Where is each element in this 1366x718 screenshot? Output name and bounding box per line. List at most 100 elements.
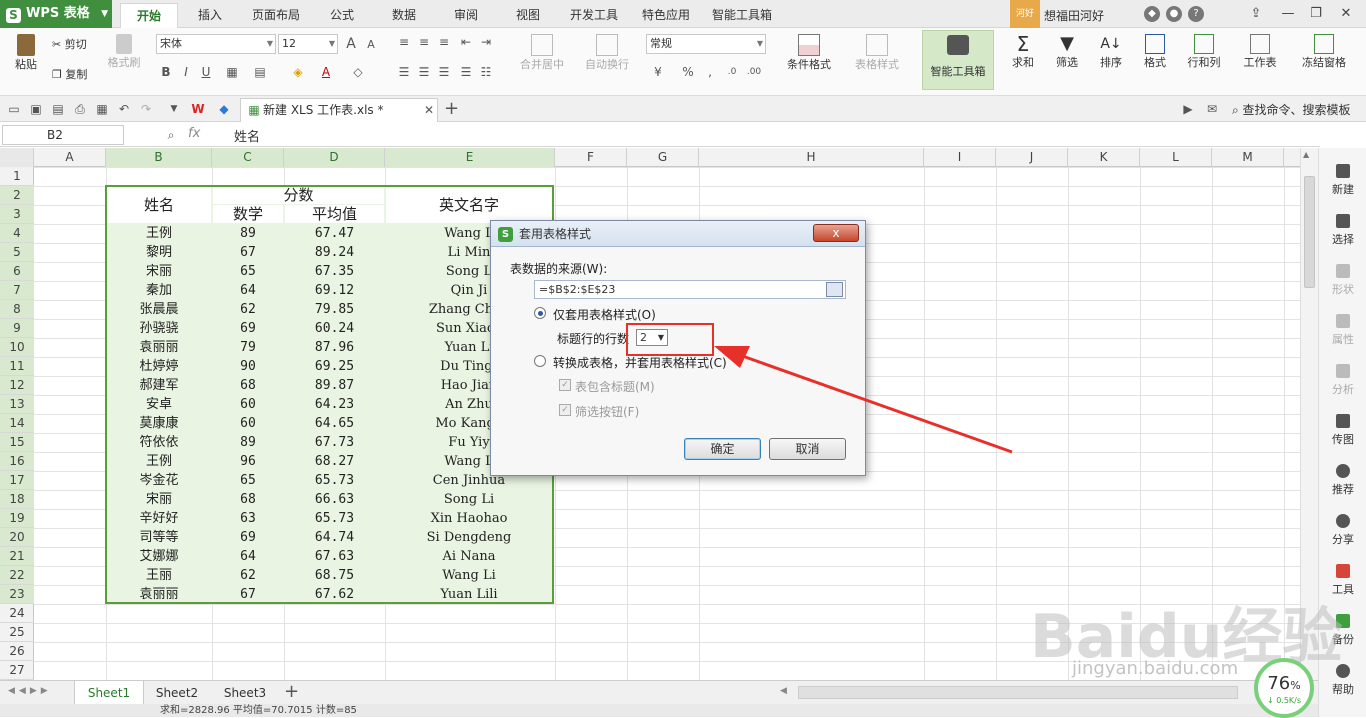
grow-font-icon[interactable]: A <box>343 36 359 52</box>
font-color-icon[interactable]: A <box>318 64 334 80</box>
indent-icon[interactable]: ⇤ <box>458 34 474 50</box>
formula-input[interactable]: 姓名 <box>234 126 260 145</box>
row-header-19[interactable]: 19 <box>0 509 34 528</box>
cell-math[interactable]: 64 <box>213 281 283 300</box>
cell-name[interactable]: 司等等 <box>107 528 211 547</box>
dialog-title[interactable]: 套用表格样式 <box>491 221 865 247</box>
worksheet-button[interactable]: 工作表 <box>1238 34 1282 70</box>
column-header-c[interactable]: C <box>212 148 284 167</box>
cell-average[interactable]: 89.24 <box>285 243 384 262</box>
app-logo-button[interactable]: S WPS 表格 ▼ <box>0 0 112 28</box>
cell-average[interactable]: 67.73 <box>285 433 384 452</box>
user-name[interactable]: 想福田河好 <box>1044 7 1104 24</box>
new-tab-button[interactable]: + <box>444 98 459 119</box>
cell-math[interactable]: 62 <box>213 300 283 319</box>
column-header-e[interactable]: E <box>385 148 555 167</box>
decrease-decimal-icon[interactable]: .00 <box>746 64 762 80</box>
number-format-select[interactable]: 常规 ▼ <box>646 34 766 54</box>
scroll-thumb[interactable] <box>1304 176 1315 288</box>
row-header-22[interactable]: 22 <box>0 566 34 585</box>
cell-average[interactable]: 67.62 <box>285 585 384 604</box>
print-preview-icon[interactable]: ▦ <box>94 101 110 117</box>
add-sheet-button[interactable]: + <box>284 681 299 703</box>
row-header-21[interactable]: 21 <box>0 547 34 566</box>
table-style-button[interactable]: 表格样式 <box>846 34 908 72</box>
file-tab[interactable]: 新建 XLS 工作表.xls * <box>240 98 438 122</box>
export-pdf-icon[interactable]: ▤ <box>50 101 66 117</box>
cell-name[interactable]: 袁丽丽 <box>107 585 211 604</box>
cell-math[interactable]: 60 <box>213 414 283 433</box>
font-size-select[interactable]: 12 ▼ <box>278 34 338 54</box>
cell-name[interactable]: 黎明 <box>107 243 211 262</box>
cell-math[interactable]: 63 <box>213 509 283 528</box>
column-header-m[interactable]: M <box>1212 148 1284 167</box>
panel-share[interactable]: 分享 <box>1319 514 1366 547</box>
row-header-16[interactable]: 16 <box>0 452 34 471</box>
row-header-4[interactable]: 4 <box>0 224 34 243</box>
row-header-3[interactable]: 3 <box>0 205 34 224</box>
tab-insert[interactable]: 插入 <box>186 3 234 28</box>
cell-math[interactable]: 96 <box>213 452 283 471</box>
command-search[interactable]: ⌕ 查找命令、搜索模板 <box>1232 101 1351 118</box>
horizontal-scrollbar[interactable] <box>798 686 1238 699</box>
skin-icon[interactable]: ◆ <box>1144 6 1160 22</box>
cell-average[interactable]: 66.63 <box>285 490 384 509</box>
column-header-h[interactable]: H <box>699 148 924 167</box>
align-top-icon[interactable]: ≡ <box>396 34 412 50</box>
cell-math[interactable]: 89 <box>213 224 283 243</box>
row-header-1[interactable]: 1 <box>0 167 34 186</box>
cell-average[interactable]: 65.73 <box>285 471 384 490</box>
cell-name[interactable]: 宋丽 <box>107 490 211 509</box>
cell-math[interactable]: 69 <box>213 528 283 547</box>
row-header-14[interactable]: 14 <box>0 414 34 433</box>
insert-function-button[interactable]: fx <box>188 126 200 141</box>
network-speed-widget[interactable]: 76% ↓ 0.5K/s <box>1254 658 1314 718</box>
cell-average[interactable]: 79.85 <box>285 300 384 319</box>
radio-style-only[interactable] <box>534 307 546 319</box>
cell-average[interactable]: 64.74 <box>285 528 384 547</box>
restore-ribbon-icon[interactable]: ⇪ <box>1244 4 1268 24</box>
wps-home-icon[interactable]: W <box>190 101 206 117</box>
header-cell-score[interactable]: 分数 <box>213 187 384 204</box>
sheet-nav-icons[interactable]: ◀◀▶▶ <box>8 686 52 696</box>
print-icon[interactable]: ⎙ <box>72 101 88 117</box>
fill-color-icon[interactable]: ◈ <box>290 64 306 80</box>
row-header-18[interactable]: 18 <box>0 490 34 509</box>
tab-smart-toolbox[interactable]: 智能工具箱 <box>704 3 780 28</box>
merge-center-button[interactable]: 合并居中 <box>510 34 574 72</box>
row-header-7[interactable]: 7 <box>0 281 34 300</box>
minimize-button[interactable]: — <box>1276 4 1300 24</box>
comment-icon[interactable]: ✉ <box>1204 101 1220 117</box>
wrap-text-button[interactable]: 自动换行 <box>578 34 636 72</box>
cell-name[interactable]: 宋丽 <box>107 262 211 281</box>
cell-average[interactable]: 89.87 <box>285 376 384 395</box>
align-middle-icon[interactable]: ≡ <box>416 34 432 50</box>
sheet-tab-2[interactable]: Sheet2 <box>146 681 208 705</box>
freeze-panes-button[interactable]: 冻结窗格 <box>1292 34 1356 70</box>
panel-upload-image[interactable]: 传图 <box>1319 414 1366 447</box>
row-header-9[interactable]: 9 <box>0 319 34 338</box>
row-header-2[interactable]: 2 <box>0 186 34 205</box>
maximize-button[interactable]: ❐ <box>1304 4 1328 24</box>
column-header-k[interactable]: K <box>1068 148 1140 167</box>
font-family-select[interactable]: 宋体 ▼ <box>156 34 276 54</box>
cell-average[interactable]: 68.27 <box>285 452 384 471</box>
row-header-13[interactable]: 13 <box>0 395 34 414</box>
customize-dropdown-icon[interactable]: ▼ <box>166 101 182 117</box>
cell-average[interactable]: 69.25 <box>285 357 384 376</box>
cell-english-name[interactable]: Wang Li <box>386 566 552 585</box>
copy-button[interactable]: ❐ 复制 <box>52 66 102 82</box>
cell-name[interactable]: 岑金花 <box>107 471 211 490</box>
comma-icon[interactable]: , <box>702 64 718 80</box>
row-col-button[interactable]: 行和列 <box>1182 34 1226 70</box>
increase-decimal-icon[interactable]: .0 <box>724 64 740 80</box>
cell-name[interactable]: 安卓 <box>107 395 211 414</box>
row-header-25[interactable]: 25 <box>0 623 34 642</box>
help-icon[interactable]: ? <box>1188 6 1204 22</box>
cell-name[interactable]: 袁丽丽 <box>107 338 211 357</box>
close-button[interactable]: ✕ <box>1334 4 1358 24</box>
cell-math[interactable]: 90 <box>213 357 283 376</box>
cell-math[interactable]: 64 <box>213 547 283 566</box>
cell-math[interactable]: 68 <box>213 490 283 509</box>
cell-name[interactable]: 艾娜娜 <box>107 547 211 566</box>
